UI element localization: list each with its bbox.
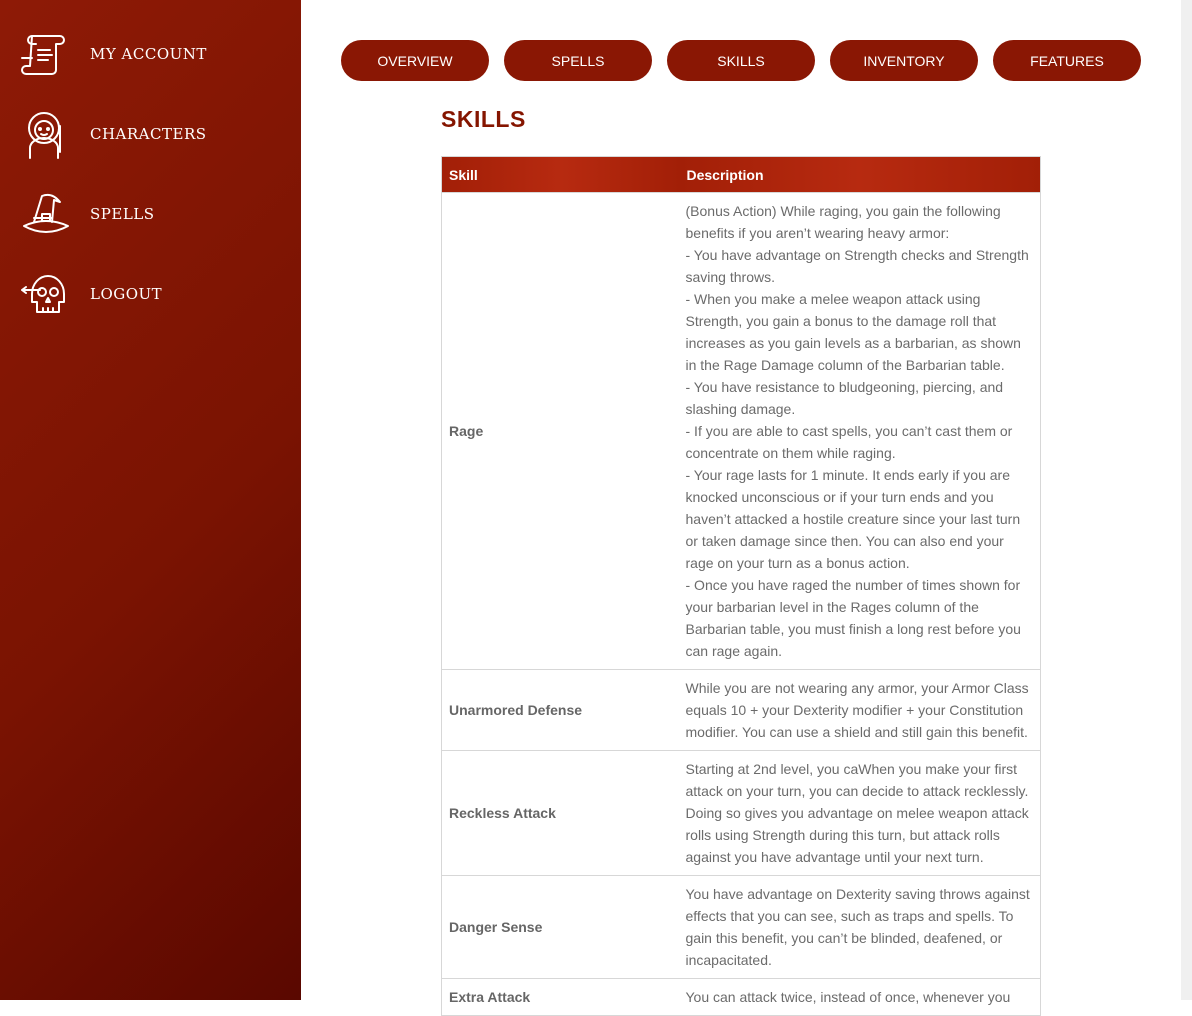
page-title: SKILLS: [441, 106, 526, 132]
sidebar-item-label: MY ACCOUNT: [90, 45, 207, 63]
skull-icon: [21, 275, 65, 313]
tab-spells[interactable]: SPELLS: [504, 40, 652, 81]
skill-name: Rage: [441, 192, 680, 670]
sidebar-item-label: SPELLS: [90, 205, 155, 223]
sidebar: MY ACCOUNT CHARACTERS SPELLS LOGOUT: [0, 0, 301, 1000]
skill-description: While you are not wearing any armor, you…: [679, 669, 1041, 751]
sidebar-item-logout[interactable]: LOGOUT: [20, 267, 162, 321]
sidebar-item-label: LOGOUT: [90, 285, 163, 303]
table-row: Reckless Attack Starting at 2nd level, y…: [441, 750, 1041, 876]
character-icon: [28, 112, 61, 159]
column-header-description: Description: [679, 156, 1041, 193]
table-header-row: Skill Description: [441, 156, 1041, 193]
scrollbar-track[interactable]: [1181, 0, 1192, 1000]
tab-inventory[interactable]: INVENTORY: [830, 40, 978, 81]
sidebar-item-characters[interactable]: CHARACTERS: [20, 107, 207, 161]
wizard-hat-icon: [23, 193, 69, 233]
skill-description: You have advantage on Dexterity saving t…: [679, 875, 1041, 979]
column-header-skill: Skill: [441, 156, 680, 193]
sidebar-item-label: CHARACTERS: [90, 125, 207, 143]
skill-name: Unarmored Defense: [441, 669, 680, 751]
table-row: Unarmored Defense While you are not wear…: [441, 669, 1041, 751]
tab-skills[interactable]: SKILLS: [667, 40, 815, 81]
sidebar-item-my-account[interactable]: MY ACCOUNT: [20, 27, 207, 81]
skill-description: (Bonus Action) While raging, you gain th…: [679, 192, 1041, 670]
table-row: Rage (Bonus Action) While raging, you ga…: [441, 192, 1041, 670]
skills-table: Skill Description Rage (Bonus Action) Wh…: [441, 156, 1041, 1016]
tab-overview[interactable]: OVERVIEW: [341, 40, 489, 81]
skill-description: You can attack twice, instead of once, w…: [679, 978, 1041, 1016]
sidebar-item-spells[interactable]: SPELLS: [20, 187, 155, 241]
scroll-icon: [21, 35, 65, 75]
table-row: Extra Attack You can attack twice, inste…: [441, 978, 1041, 1016]
skill-name: Danger Sense: [441, 875, 680, 979]
tab-features[interactable]: FEATURES: [993, 40, 1141, 81]
skill-name: Extra Attack: [441, 978, 680, 1016]
skill-name: Reckless Attack: [441, 750, 680, 876]
skill-description: Starting at 2nd level, you caWhen you ma…: [679, 750, 1041, 876]
table-row: Danger Sense You have advantage on Dexte…: [441, 875, 1041, 979]
